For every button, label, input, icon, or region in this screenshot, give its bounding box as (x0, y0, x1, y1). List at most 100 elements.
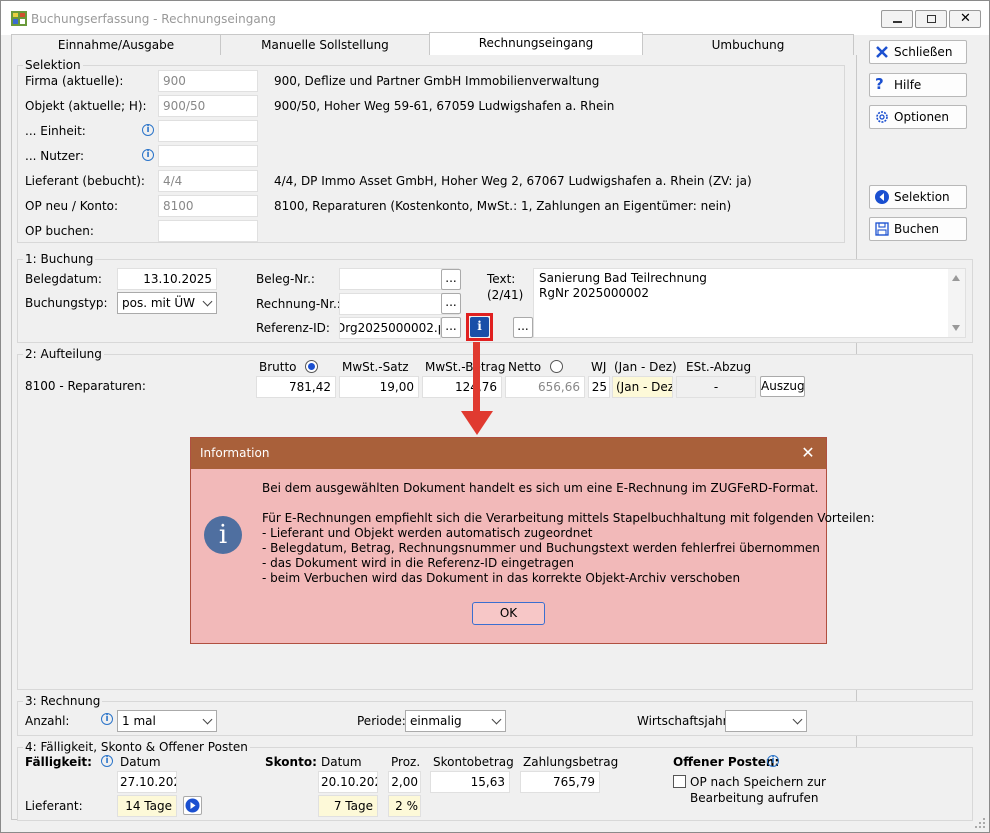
lieferant-input[interactable]: 4/4 (158, 170, 258, 192)
dialog-close-icon[interactable]: ✕ (798, 443, 818, 463)
einheit-label: ... Einheit: (25, 124, 86, 138)
close-button[interactable]: Schließen (869, 40, 967, 64)
close-icon: ✕ (960, 11, 971, 26)
lieferant-label: Lieferant (bebucht): (25, 174, 145, 188)
info-icon[interactable]: i (142, 124, 154, 136)
question-icon: ? (875, 75, 884, 93)
op-buchen-input[interactable] (158, 220, 258, 242)
skonto-datum-header: Datum (321, 755, 362, 769)
gear-icon (876, 111, 888, 123)
faellig-datum-input[interactable]: 27.10.2025 (117, 771, 177, 793)
selektion-title: Selektion (23, 58, 83, 72)
einheit-input[interactable] (158, 120, 258, 142)
options-button[interactable]: Optionen (869, 105, 967, 129)
tab-einnahme-ausgabe[interactable]: Einnahme/Ausgabe (11, 34, 221, 56)
buchungstyp-select[interactable]: pos. mit ÜW (117, 292, 217, 314)
dialog-text-line: - Lieferant und Objekt werden automatisc… (262, 526, 593, 540)
buchungstext-textarea[interactable]: Sanierung Bad Teilrechnung RgNr 20250000… (533, 268, 966, 338)
op-konto-label: OP neu / Konto: (25, 199, 119, 213)
anzahl-label: Anzahl: (25, 714, 70, 728)
play-button[interactable] (183, 796, 202, 815)
wj-input[interactable]: 25 (588, 376, 610, 398)
op-konto-input[interactable]: 8100 (158, 195, 258, 217)
netto-radio[interactable] (550, 360, 563, 373)
belegdatum-input[interactable]: 13.10.2025 (117, 268, 217, 290)
info-icon[interactable]: i (101, 713, 113, 725)
faelligkeit-title: 4: Fälligkeit, Skonto & Offener Posten (23, 740, 250, 754)
objekt-label: Objekt (aktuelle; H): (25, 99, 147, 113)
scrollbar[interactable] (948, 269, 965, 337)
datum-header: Datum (120, 755, 161, 769)
proz-input[interactable]: 2,00 (388, 771, 421, 793)
mwstbetrag-input[interactable]: 124,76 (422, 376, 502, 398)
op-konto-desc: 8100, Reparaturen (Kostenkonto, MwSt.: 1… (274, 199, 732, 213)
scroll-up-icon (952, 275, 960, 281)
save-icon (875, 222, 889, 236)
brutto-header: Brutto (259, 360, 297, 374)
rechnungsnr-label: Rechnung-Nr.: (256, 297, 341, 311)
tab-bar: Einnahme/Ausgabe Manuelle Sollstellung R… (11, 32, 854, 56)
wirtschaftsjahr-select[interactable] (725, 710, 807, 732)
skontobetrag-input[interactable]: 15,63 (430, 771, 510, 793)
auszug-button[interactable]: Auszug (760, 376, 805, 397)
wj-header: WJ (591, 360, 607, 374)
close-window-button[interactable]: ✕ (949, 10, 981, 28)
objekt-desc: 900/50, Hoher Weg 59-61, 67059 Ludwigsha… (274, 99, 615, 113)
minimize-button[interactable] (881, 10, 913, 28)
chevron-down-icon (202, 714, 213, 725)
extra-browse-button[interactable]: ... (513, 317, 533, 338)
app-icon (11, 11, 27, 26)
x-icon (876, 46, 888, 58)
periode-label: Periode: (357, 714, 406, 728)
period-header: (Jan - Dez) (614, 360, 677, 374)
periode-select[interactable]: einmalig (405, 710, 506, 732)
ok-button[interactable]: OK (472, 602, 545, 625)
proz-pct-input[interactable]: 2 % (388, 795, 421, 817)
aufteilung-title: 2: Aufteilung (23, 347, 104, 361)
faelligkeit-label: Fälligkeit: (25, 755, 92, 769)
tab-umbuchung[interactable]: Umbuchung (642, 34, 854, 56)
referenz-label: Referenz-ID: (256, 321, 330, 335)
wirtschaftsjahr-label: Wirtschaftsjahr: (637, 714, 732, 728)
selection-button[interactable]: Selektion (869, 185, 967, 209)
maximize-button[interactable] (915, 10, 947, 28)
resize-grip-icon[interactable] (973, 816, 987, 830)
skonto-tage-input[interactable]: 7 Tage (318, 795, 378, 817)
info-icon[interactable]: i (142, 149, 154, 161)
chevron-down-icon (202, 296, 213, 307)
mwstbetrag-header: MwSt.-Betrag (425, 360, 506, 374)
referenz-input[interactable]: Drg2025000002.pdf (339, 317, 441, 339)
belegnr-browse-button[interactable]: ... (441, 269, 461, 290)
firma-input[interactable]: 900 (158, 70, 258, 92)
text-label: Text: (487, 272, 516, 286)
book-button[interactable]: Buchen (869, 217, 967, 241)
op-checkbox[interactable] (673, 775, 686, 788)
nutzer-input[interactable] (158, 145, 258, 167)
referenz-browse-button[interactable]: ... (441, 317, 461, 338)
zahlungsbetrag-input[interactable]: 765,79 (520, 771, 600, 793)
buchungstyp-label: Buchungstyp: (25, 296, 108, 310)
netto-input[interactable]: 656,66 (505, 376, 585, 398)
nutzer-label: ... Nutzer: (25, 149, 84, 163)
anzahl-select[interactable]: 1 mal (117, 710, 217, 732)
rechnungsnr-browse-button[interactable]: ... (441, 293, 461, 314)
main-window: Buchungserfassung - Rechnungseingang ✕ E… (0, 0, 990, 833)
brutto-radio[interactable] (305, 360, 318, 373)
skonto-datum-input[interactable]: 20.10.2025 (318, 771, 378, 793)
objekt-input[interactable]: 900/50 (158, 95, 258, 117)
mwst-input[interactable]: 19,00 (339, 376, 419, 398)
tab-rechnungseingang[interactable]: Rechnungseingang (429, 32, 643, 56)
lieferant-frist-label: Lieferant: (25, 799, 83, 813)
faellig-tage-input[interactable]: 14 Tage (117, 795, 177, 817)
arrow-indicator (473, 342, 480, 414)
chevron-down-icon (491, 714, 502, 725)
belegnr-label: Beleg-Nr.: (256, 272, 315, 286)
help-button[interactable]: ? Hilfe (869, 73, 967, 97)
op-buchen-label: OP buchen: (25, 224, 94, 238)
period-input[interactable]: (Jan - Dez) (612, 376, 673, 398)
tab-manuelle-sollstellung[interactable]: Manuelle Sollstellung (220, 34, 430, 56)
info-icon[interactable]: i (101, 755, 113, 767)
brutto-input[interactable]: 781,42 (256, 376, 336, 398)
arrow-left-circle-icon (875, 190, 889, 204)
info-icon[interactable]: i (767, 755, 779, 767)
